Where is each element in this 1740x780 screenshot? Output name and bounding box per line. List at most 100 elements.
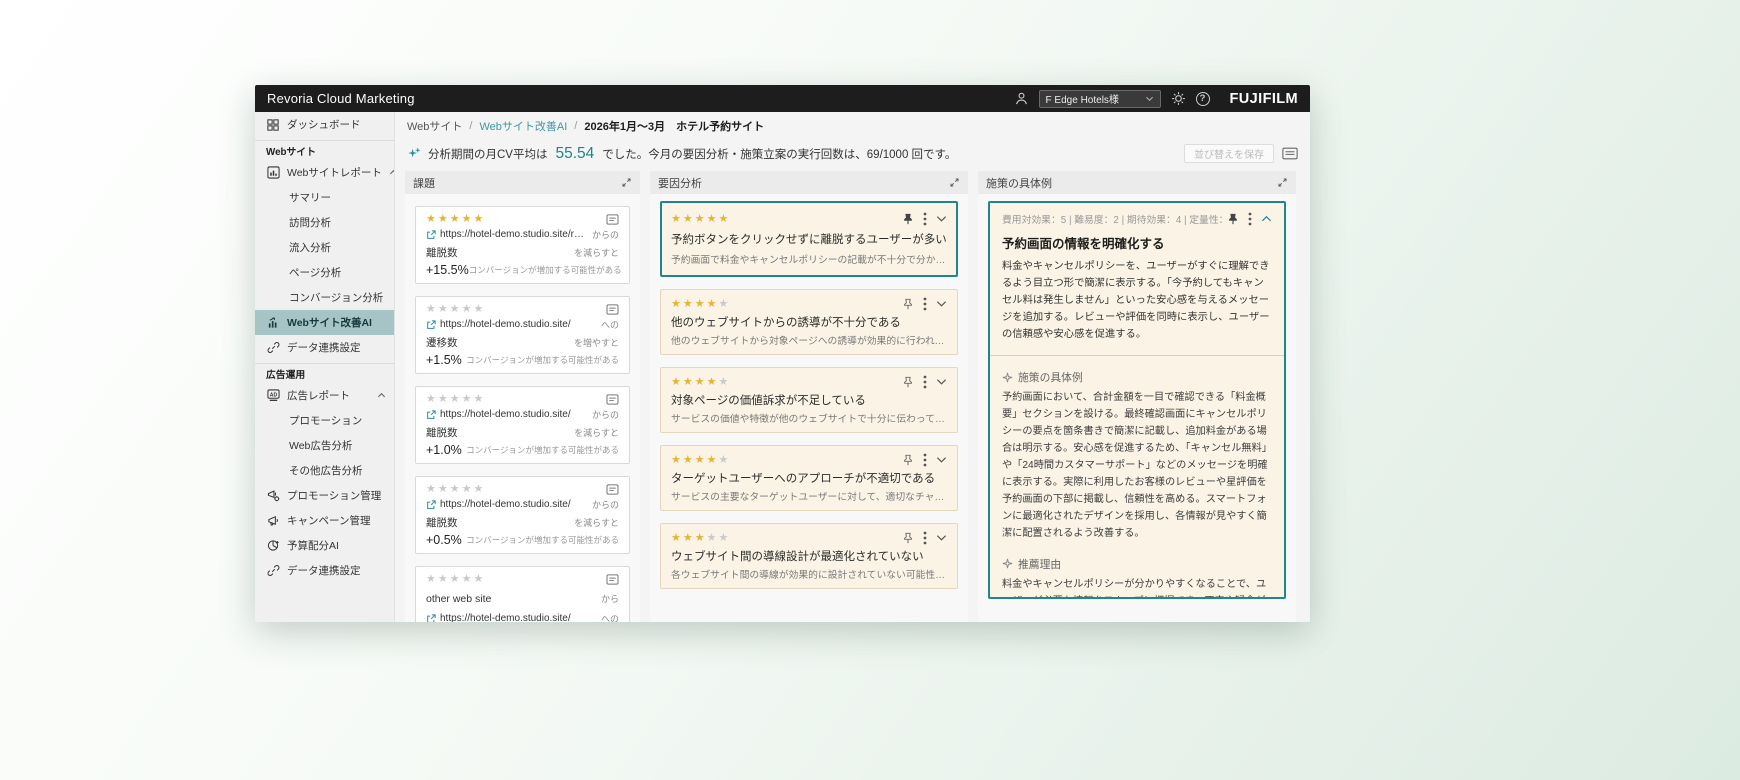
factor-card[interactable]: ★★★★★ ターゲットユーザーへのアプローチが不適切である サービスの主要なター… [660, 445, 958, 511]
save-sort-button[interactable]: 並び替えを保存 [1184, 144, 1274, 163]
issue-metric: 離脱数 [426, 516, 458, 529]
sidebar-item-budget-ai[interactable]: 予算配分AI [255, 533, 394, 558]
pin-icon[interactable] [1227, 213, 1239, 225]
external-link-icon [426, 230, 436, 240]
chevron-down-icon[interactable] [936, 300, 947, 308]
expand-icon[interactable] [1277, 177, 1288, 188]
factor-card[interactable]: ★★★★★ 他のウェブサイトからの誘導が不十分である 他のウェブサイトから対象ペ… [660, 289, 958, 355]
sparkle-icon [1002, 372, 1013, 383]
kebab-menu-icon[interactable] [923, 531, 927, 545]
issue-card[interactable]: ★★★★★ other web site から https://hotel-de… [415, 566, 630, 622]
action-intro: 料金やキャンセルポリシーを、ユーザーがすぐに理解できるよう目立つ形で簡潔に表示す… [1002, 261, 1270, 341]
pin-icon[interactable] [902, 298, 914, 310]
action-scores: 費用対効果：5 | 難易度：2 | 期待効果：4 | 定量性：5 [1002, 215, 1227, 226]
chevron-down-icon[interactable] [936, 215, 947, 223]
issue-url[interactable]: https://hotel-demo.studio.site/ [440, 319, 571, 330]
breadcrumb: Webサイト / Webサイト改善AI / 2026年1月～3月 ホテル予約サイ… [407, 118, 765, 134]
factor-title: 予約ボタンをクリックせずに離脱するユーザーが多い [671, 234, 947, 246]
breadcrumb-website[interactable]: Webサイト [407, 118, 462, 134]
issue-card[interactable]: ★★★★★ https://hotel-demo.studio.site/ から… [415, 476, 630, 554]
sidebar-section-web: Webサイト [255, 140, 394, 160]
factor-card[interactable]: ★★★★★ ウェブサイト間の導線設計が最適化されていない 各ウェブサイト間の導線… [660, 523, 958, 589]
sidebar-item-page-analysis[interactable]: ページ分析 [255, 260, 394, 285]
pin-icon[interactable] [902, 532, 914, 544]
link-icon [266, 564, 280, 577]
issue-value: +0.5% [426, 532, 462, 547]
issue-card[interactable]: ★★★★★ https://hotel-demo.studio.site/ への… [415, 296, 630, 374]
sidebar-item-web-report[interactable]: Webサイトレポート [255, 160, 394, 185]
issue-url[interactable]: https://hotel-demo.studio.site/ [440, 409, 571, 420]
factor-card[interactable]: ★★★★★ 対象ページの価値訴求が不足している サービスの価値や特徴が他のウェブ… [660, 367, 958, 433]
external-link-icon [426, 500, 436, 510]
ad-report-icon: AD [266, 389, 280, 402]
memo-icon[interactable] [606, 574, 619, 585]
pin-icon[interactable] [902, 376, 914, 388]
pin-icon[interactable] [902, 454, 914, 466]
account-select[interactable]: F Edge Hotels様 [1038, 89, 1161, 108]
issue-card[interactable]: ★★★★★ https://hotel-demo.studio.site/res… [415, 206, 630, 284]
action-title: 予約画面の情報を明確化する [1002, 237, 1165, 251]
improve-ai-icon [266, 316, 280, 329]
issue-metric: 遷移数 [426, 336, 458, 349]
sidebar-item-data-link-ad[interactable]: データ連携設定 [255, 558, 394, 583]
column-issues: 課題 ★★★★★ https://hotel-demo.studio.site/… [405, 171, 640, 622]
rating-stars: ★★★★★ [671, 297, 731, 310]
sidebar-item-label: データ連携設定 [287, 342, 361, 354]
fujifilm-logo: FUJIFILM [1229, 90, 1298, 107]
action-card-selected[interactable]: 費用対効果：5 | 難易度：2 | 期待効果：4 | 定量性：5 予約画面の情報… [988, 201, 1286, 599]
kebab-menu-icon[interactable] [923, 297, 927, 311]
sidebar-item-campaign-mgmt[interactable]: キャンペーン管理 [255, 508, 394, 533]
chevron-up-icon[interactable] [377, 391, 386, 400]
sidebar-item-inflow-analysis[interactable]: 流入分析 [255, 235, 394, 260]
memo-icon[interactable] [606, 304, 619, 315]
sidebar-item-website-improve-ai[interactable]: Webサイト改善AI [255, 310, 394, 335]
sidebar-item-conversion-analysis[interactable]: コンバージョン分析 [255, 285, 394, 310]
settings-gear-icon[interactable] [1171, 91, 1186, 106]
sidebar-item-ad-report[interactable]: AD 広告レポート [255, 383, 394, 408]
expand-icon[interactable] [949, 177, 960, 188]
sidebar-item-dashboard[interactable]: ダッシュボード [255, 112, 394, 137]
expand-icon[interactable] [621, 177, 632, 188]
kebab-menu-icon[interactable] [923, 212, 927, 226]
sidebar-item-other-ad-analysis[interactable]: その他広告分析 [255, 458, 394, 483]
kebab-menu-icon[interactable] [923, 453, 927, 467]
memo-icon[interactable] [606, 394, 619, 405]
issue-value: +1.0% [426, 442, 462, 457]
main-content: Webサイト / Webサイト改善AI / 2026年1月～3月 ホテル予約サイ… [395, 112, 1310, 622]
chevron-down-icon[interactable] [936, 456, 947, 464]
kebab-menu-icon[interactable] [1248, 212, 1252, 226]
chevron-down-icon[interactable] [936, 378, 947, 386]
factor-desc: サービスの価値や特徴が他のウェブサイトで十分に伝わっていない可能性が... [671, 414, 947, 425]
sidebar-item-promotion[interactable]: プロモーション [255, 408, 394, 433]
rating-stars: ★★★★★ [426, 573, 486, 585]
chevron-down-icon[interactable] [936, 534, 947, 542]
chevron-up-icon[interactable] [1261, 215, 1272, 223]
help-icon[interactable]: ? [1195, 91, 1210, 106]
sidebar-item-summary[interactable]: サマリー [255, 185, 394, 210]
pin-icon[interactable] [902, 213, 914, 225]
issue-card[interactable]: ★★★★★ https://hotel-demo.studio.site/ から… [415, 386, 630, 464]
breadcrumb-improve-ai[interactable]: Webサイト改善AI [479, 118, 567, 134]
issue-metric: 離脱数 [426, 246, 458, 259]
memo-icon[interactable] [606, 214, 619, 225]
issue-url[interactable]: https://hotel-demo.studio.site/ [440, 613, 571, 622]
issue-url[interactable]: https://hotel-demo.studio.site/reser... [440, 229, 588, 240]
sidebar-item-promotion-mgmt[interactable]: プロモーション管理 [255, 483, 394, 508]
factor-card-selected[interactable]: ★★★★★ 予約ボタンをクリックせずに離脱するユーザーが多い 予約画面で料金やキ… [660, 201, 958, 277]
sidebar-item-data-link-web[interactable]: データ連携設定 [255, 335, 394, 360]
sidebar-section-ad: 広告運用 [255, 363, 394, 383]
rating-stars: ★★★★★ [671, 531, 731, 544]
user-icon[interactable] [1014, 91, 1029, 106]
issue-source-site: other web site [426, 592, 492, 605]
memo-icon[interactable] [606, 484, 619, 495]
issue-url[interactable]: https://hotel-demo.studio.site/ [440, 499, 571, 510]
summary-tail: でした。今月の要因分析・施策立案の実行回数は、69/1000 回です。 [602, 148, 957, 161]
kebab-menu-icon[interactable] [923, 375, 927, 389]
sidebar-item-web-ad-analysis[interactable]: Web広告分析 [255, 433, 394, 458]
list-toggle-icon[interactable] [1282, 147, 1298, 160]
external-link-icon [426, 410, 436, 420]
sidebar-item-visit-analysis[interactable]: 訪問分析 [255, 210, 394, 235]
report-chart-icon [266, 166, 280, 179]
ai-sparkle-icon [407, 146, 422, 161]
factor-desc: 予約画面で料金やキャンセルポリシーの記載が不十分で分かりづらく、ユー... [671, 255, 947, 266]
